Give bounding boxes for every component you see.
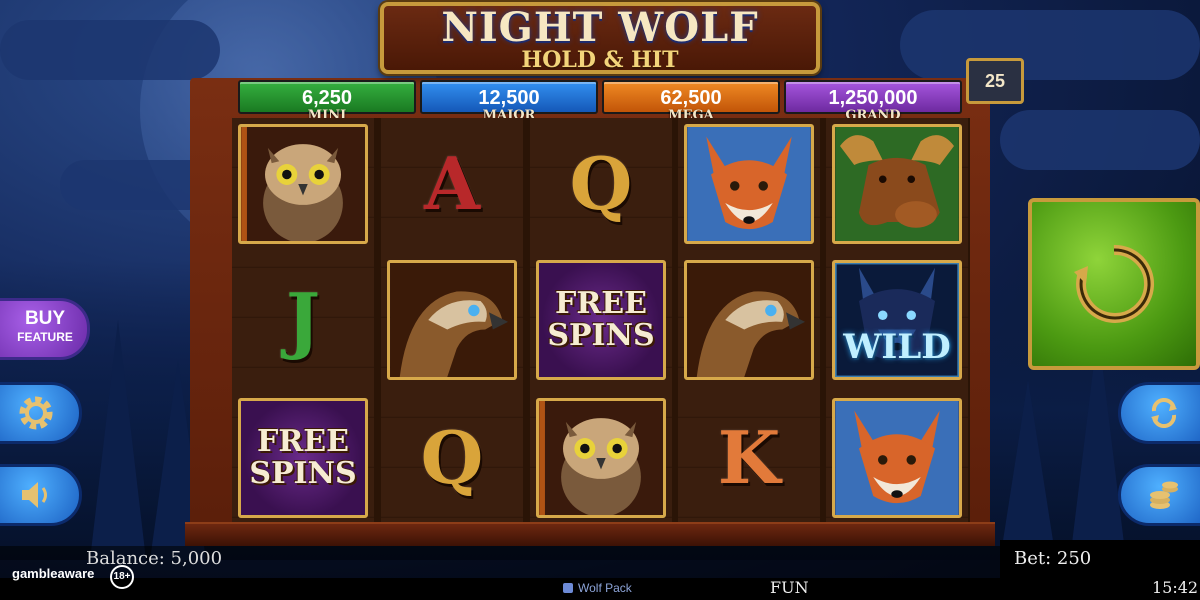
symbol-q: Q bbox=[383, 394, 521, 522]
provider-label: Wolf Pack bbox=[562, 581, 632, 595]
clock: 15:42 bbox=[1152, 578, 1199, 597]
fox-icon bbox=[832, 398, 962, 518]
autoplay-icon bbox=[1151, 398, 1177, 428]
wild-label: WILD bbox=[843, 327, 951, 367]
symbol-letter: K bbox=[717, 415, 781, 500]
cloud bbox=[1000, 110, 1200, 170]
symbol-fox bbox=[680, 120, 818, 248]
feature-label: FEATURE bbox=[17, 330, 73, 344]
logo-title: NIGHT WOLF bbox=[441, 4, 759, 51]
symbol-letter: Q bbox=[569, 141, 633, 226]
age-badge: 18+ bbox=[110, 565, 134, 589]
symbol-free-spins: FREE SPINS bbox=[234, 394, 372, 522]
bet-coins-button[interactable] bbox=[1118, 464, 1200, 526]
moose-icon bbox=[832, 124, 962, 244]
reel-grid: J FREE SPINS A Q Q FREE SPINS K WILD bbox=[232, 118, 970, 522]
free-spins-line1: FREE bbox=[257, 424, 349, 459]
symbol-fox bbox=[828, 394, 966, 522]
symbol-j: J bbox=[234, 256, 372, 384]
symbol-owl bbox=[234, 120, 372, 248]
spin-arrow-icon bbox=[1074, 244, 1155, 323]
fox-icon bbox=[684, 124, 814, 244]
owl-icon bbox=[238, 124, 368, 244]
balance-display: Balance: 5,000 bbox=[86, 548, 223, 569]
symbol-letter: A bbox=[424, 141, 480, 226]
free-spins-text: FREE SPINS bbox=[547, 288, 654, 352]
symbol-q: Q bbox=[532, 120, 670, 248]
speaker-icon bbox=[22, 482, 47, 508]
buy-label: BUY bbox=[24, 308, 66, 329]
symbol-moose bbox=[828, 120, 966, 248]
free-spins-line1: FREE bbox=[555, 286, 647, 321]
symbol-wolf-wild: WILD bbox=[828, 256, 966, 384]
symbol-hawk bbox=[680, 256, 818, 384]
game-logo: NIGHT WOLF HOLD & HIT bbox=[380, 2, 820, 74]
wolf-icon: WILD bbox=[832, 260, 962, 380]
symbol-card: FREE SPINS bbox=[536, 260, 666, 380]
paylines-count: 25 bbox=[966, 58, 1024, 104]
coins-icon bbox=[1150, 481, 1178, 509]
bet-display[interactable]: Bet: 250 bbox=[1000, 540, 1200, 578]
symbol-letter: J bbox=[285, 277, 321, 362]
symbol-owl bbox=[532, 394, 670, 522]
pine-tree bbox=[90, 320, 146, 560]
symbol-letter: Q bbox=[420, 415, 484, 500]
provider-name: Wolf Pack bbox=[578, 581, 632, 595]
spin-button[interactable] bbox=[1028, 198, 1200, 370]
symbol-hawk bbox=[383, 256, 521, 384]
settings-button[interactable] bbox=[0, 382, 82, 444]
owl-icon bbox=[536, 398, 666, 518]
play-mode: FUN bbox=[770, 578, 809, 597]
hawk-icon bbox=[387, 260, 517, 380]
free-spins-line2: SPINS bbox=[249, 456, 357, 491]
autoplay-button[interactable] bbox=[1118, 382, 1200, 444]
logo-subtitle: HOLD & HIT bbox=[521, 47, 679, 73]
symbol-free-spins: FREE SPINS bbox=[532, 256, 670, 384]
provider-logo-icon bbox=[563, 583, 573, 593]
free-spins-line2: SPINS bbox=[547, 318, 655, 353]
sound-button[interactable] bbox=[0, 464, 82, 526]
cloud bbox=[0, 20, 220, 80]
buy-feature-button[interactable]: BUY FEATURE bbox=[0, 298, 90, 360]
gambleaware-logo[interactable]: gambleaware bbox=[12, 566, 94, 581]
symbol-k: K bbox=[680, 394, 818, 522]
cabinet-base bbox=[185, 522, 995, 546]
symbol-a: A bbox=[383, 120, 521, 248]
symbol-card: FREE SPINS bbox=[238, 398, 368, 518]
cloud bbox=[900, 10, 1200, 80]
gear-icon bbox=[19, 396, 53, 430]
pine-tree bbox=[1000, 380, 1056, 560]
free-spins-text: FREE SPINS bbox=[249, 426, 356, 490]
hawk-icon bbox=[684, 260, 814, 380]
